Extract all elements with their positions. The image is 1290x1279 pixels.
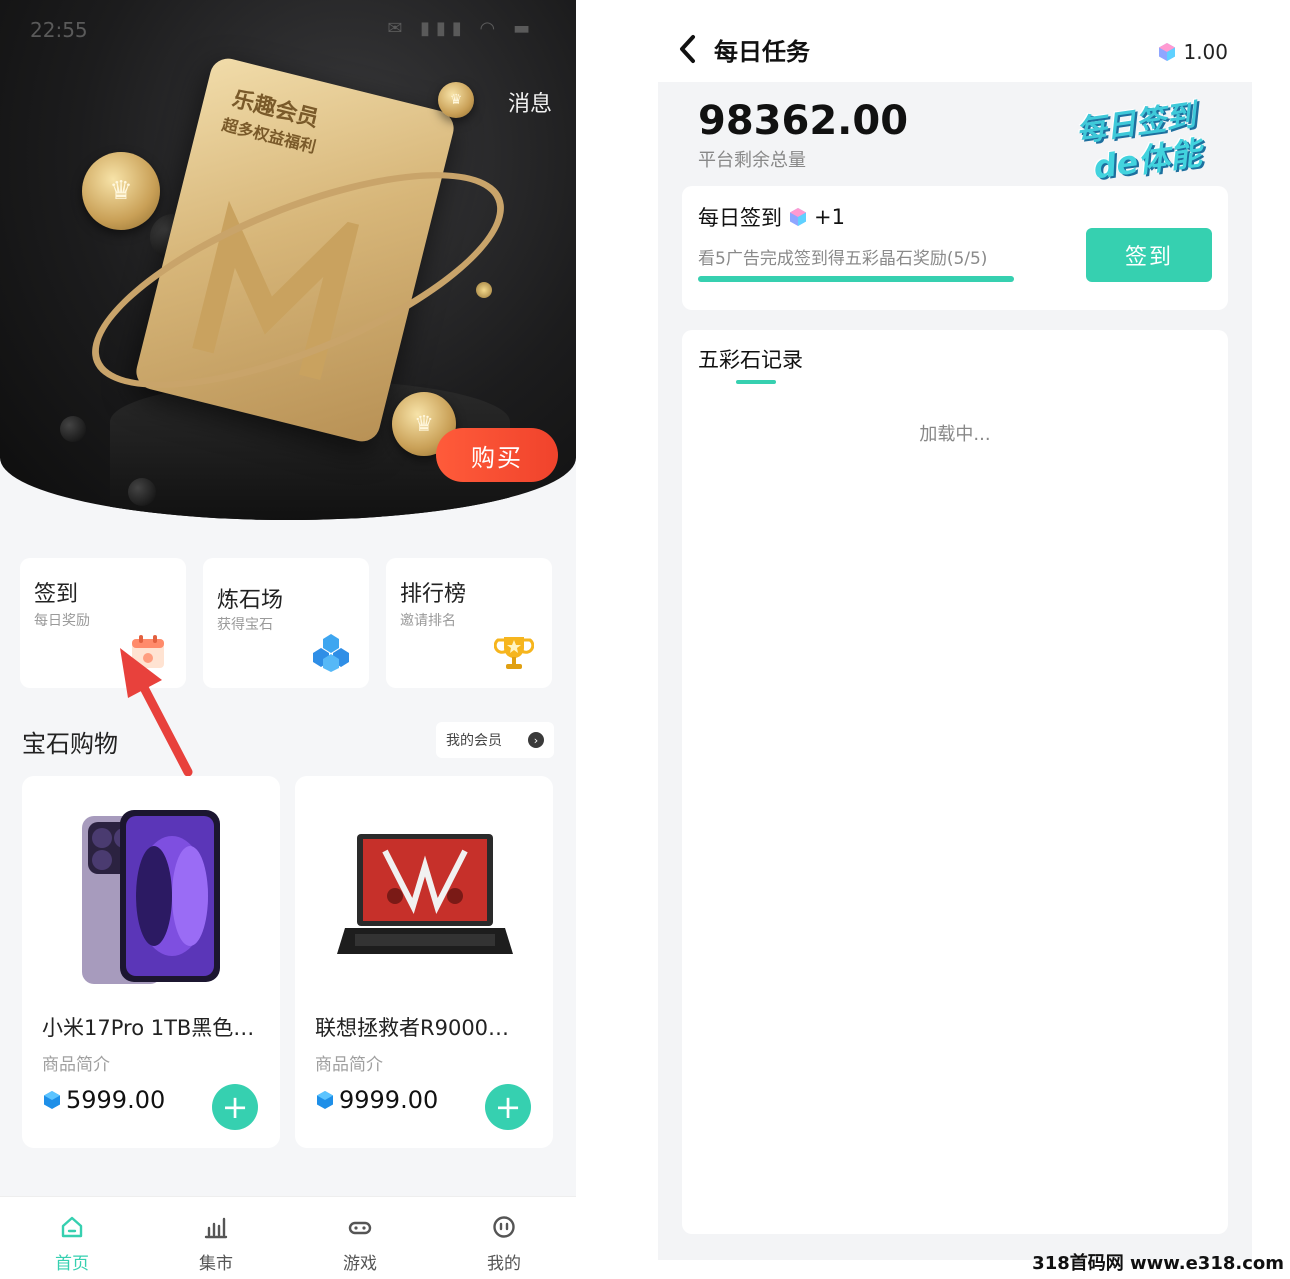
signin-title: 每日签到 +1 [698,202,845,232]
signin-description: 看5广告完成签到得五彩晶石奖励(5/5) [698,249,988,269]
tab-label: 游戏 [343,1254,377,1274]
decor-ball [128,478,156,506]
home-icon [61,1216,83,1238]
bar-chart-icon [204,1217,228,1239]
tab-label: 首页 [55,1254,89,1274]
chevron-right-icon: › [528,732,544,748]
tab-label: 集市 [199,1254,233,1274]
decor-ball [60,416,86,442]
tile-title: 签到 [34,582,79,607]
blue-gem-icon [44,1091,60,1109]
product-description: 商品简介 [315,1055,383,1075]
home-screen: 22:55 ✉ ▮▮▮ ◠ ▬ 乐趣会员 超多权益福利 ♛ ♛ ♛ 消息 购买 … [0,0,576,1279]
rainbow-gem-icon [790,208,806,226]
tab-home[interactable]: 首页 [0,1197,144,1279]
crown-coin-icon: ♛ [438,82,474,118]
platform-summary: 98362.00 平台剩余总量 每日签到 de体能 [658,82,1252,192]
gem-balance: 1.00 [1157,40,1228,64]
platform-total: 98362.00 [698,98,909,144]
membership-link-label: 我的会员 [446,733,502,749]
tab-market[interactable]: 集市 [144,1197,288,1279]
records-tab-indicator [736,380,776,384]
decor-ball [476,282,492,298]
signin-button[interactable]: 签到 [1086,228,1212,282]
product-price: 9999.00 [315,1086,438,1114]
signin-progress-bar [698,276,1014,282]
tab-games[interactable]: 游戏 [288,1197,432,1279]
page-title: 每日任务 [714,38,810,66]
profile-icon [493,1216,515,1238]
product-price: 5999.00 [42,1086,165,1114]
price-value: 9999.00 [339,1086,439,1114]
tile-subtitle: 邀请排名 [400,613,456,629]
status-icons: ✉ ▮▮▮ ◠ ▬ [387,18,536,39]
messages-link[interactable]: 消息 [508,86,552,118]
crown-coin-icon: ♛ [82,152,160,230]
daily-signin-badge: 每日签到 de体能 [1059,84,1220,192]
red-arrow-annotation [120,648,193,777]
product-card[interactable]: 联想拯救者R9000… 商品简介 9999.00 + [295,776,553,1148]
daily-task-screen: 每日任务 1.00 98362.00 平台剩余总量 每日签到 de体能 每日签到… [658,0,1252,1260]
records-title[interactable]: 五彩石记录 [698,344,803,374]
tile-subtitle: 获得宝石 [217,617,273,633]
back-arrow-icon[interactable] [678,34,698,64]
smelting-tile[interactable]: 炼石场 获得宝石 [203,558,369,688]
phone-product-image [82,810,220,984]
product-card[interactable]: 小米17Pro 1TB黑色… 商品简介 5999.00 + [22,776,280,1148]
membership-banner[interactable]: 22:55 ✉ ▮▮▮ ◠ ▬ 乐趣会员 超多权益福利 ♛ ♛ ♛ 消息 购买 [0,0,576,520]
signin-progress-fill [698,276,1014,282]
product-name: 小米17Pro 1TB黑色… [42,1016,255,1040]
watermark: 318首码网 www.e318.com [1032,1253,1284,1274]
signin-title-text: 每日签到 [698,206,782,230]
rainbow-gem-icon [1159,43,1176,61]
gem-cluster-icon [313,634,349,672]
header-bar: 每日任务 1.00 [658,0,1252,82]
blue-gem-icon [317,1091,333,1109]
signin-reward: +1 [814,205,845,229]
product-description: 商品简介 [42,1055,110,1075]
gamepad-icon [348,1221,372,1235]
shop-section-title: 宝石购物 [22,730,118,758]
add-to-cart-button[interactable]: + [485,1084,531,1130]
tile-title: 炼石场 [217,588,284,613]
laptop-product-image [337,834,513,954]
add-to-cart-button[interactable]: + [212,1084,258,1130]
my-membership-link[interactable]: 我的会员 › [436,722,554,758]
product-name: 联想拯救者R9000… [315,1016,510,1040]
platform-total-label: 平台剩余总量 [698,150,806,171]
tab-label: 我的 [487,1254,521,1274]
status-time: 22:55 [30,18,88,42]
tile-title: 排行榜 [400,582,467,607]
balance-value: 1.00 [1183,40,1228,64]
trophy-icon [494,637,534,669]
price-value: 5999.00 [66,1086,166,1114]
buy-button[interactable]: 购买 [436,428,558,482]
bottom-tab-bar: 首页 集市 游戏 我的 [0,1196,576,1279]
loading-text: 加载中... [919,424,991,445]
tab-mine[interactable]: 我的 [432,1197,576,1279]
ranking-tile[interactable]: 排行榜 邀请排名 [386,558,552,688]
daily-signin-card: 每日签到 +1 看5广告完成签到得五彩晶石奖励(5/5) 签到 [682,186,1228,310]
gem-records-panel: 五彩石记录 加载中... [682,330,1228,1234]
tile-subtitle: 每日奖励 [34,613,90,629]
